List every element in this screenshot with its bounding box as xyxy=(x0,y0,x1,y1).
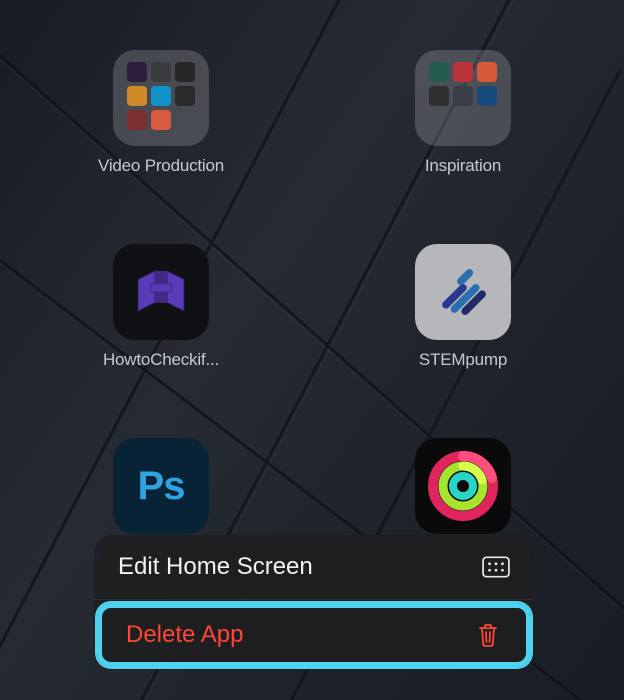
app-icon xyxy=(415,244,511,340)
folder-mini-app-icon xyxy=(453,86,473,106)
apps-grid-icon xyxy=(482,555,510,579)
app-icon xyxy=(415,438,511,534)
app-howtocheckif[interactable]: HowtoCheckif... xyxy=(91,244,231,370)
folder-mini-app-icon xyxy=(151,86,171,106)
app-icon: Ps xyxy=(113,438,209,534)
menu-item-delete-app[interactable]: Delete App xyxy=(97,603,531,667)
folder-mini-app-icon xyxy=(151,110,171,130)
folder-mini-app-icon xyxy=(429,62,449,82)
folder-mini-app-icon xyxy=(127,62,147,82)
folder-mini-app-icon xyxy=(175,62,195,82)
menu-item-label: Delete App xyxy=(126,621,243,649)
howto-icon xyxy=(130,261,192,323)
photoshop-icon: Ps xyxy=(138,464,185,509)
folder-mini-app-icon xyxy=(127,110,147,130)
folder-mini-app-icon xyxy=(127,86,147,106)
folder-mini-app-icon xyxy=(429,86,449,106)
folder-mini-app-icon xyxy=(477,62,497,82)
stempump-icon xyxy=(431,260,495,324)
app-label: HowtoCheckif... xyxy=(103,350,219,370)
folder-mini-app-icon xyxy=(151,62,171,82)
folder-label: Inspiration xyxy=(425,156,501,176)
folder-icon xyxy=(415,50,511,146)
context-menu: Edit Home Screen Delete App xyxy=(94,535,534,670)
trash-icon xyxy=(474,623,502,647)
folder-inspiration[interactable]: Inspiration xyxy=(393,50,533,176)
app-label: STEMpump xyxy=(419,350,507,370)
folder-label: Video Production xyxy=(98,156,224,176)
menu-item-edit-home-screen[interactable]: Edit Home Screen xyxy=(94,535,534,599)
folder-mini-app-icon xyxy=(175,86,195,106)
folder-icon xyxy=(113,50,209,146)
menu-item-label: Edit Home Screen xyxy=(118,553,313,581)
menu-separator xyxy=(94,599,534,600)
folder-video-production[interactable]: Video Production xyxy=(91,50,231,176)
app-icon xyxy=(113,244,209,340)
folder-mini-app-icon xyxy=(477,86,497,106)
folder-mini-app-icon xyxy=(453,62,473,82)
app-stempump[interactable]: STEMpump xyxy=(393,244,533,370)
fitness-rings-icon xyxy=(423,446,503,526)
